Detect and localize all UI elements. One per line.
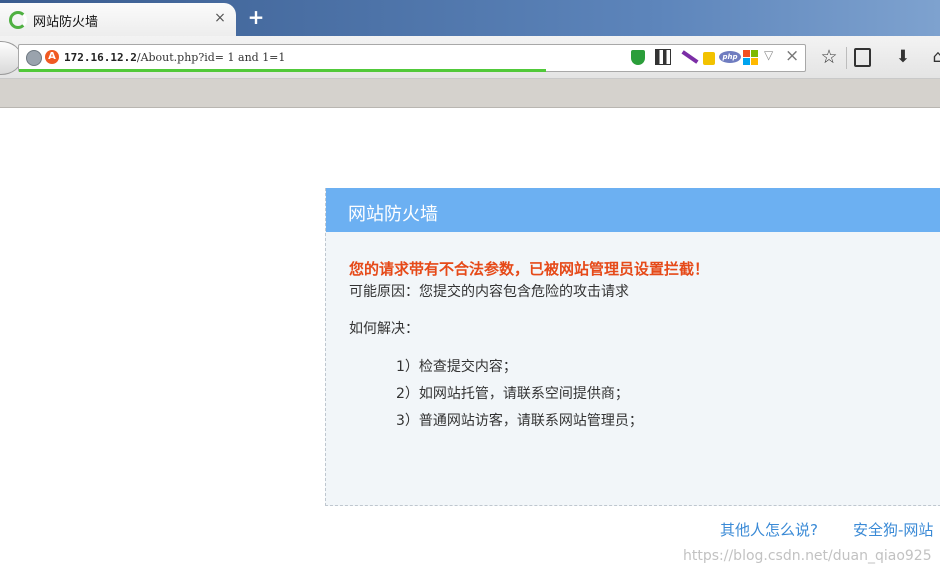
- navigation-bar: ➜ A 172.16.12.2/About.php?id= 1 and 1=1 …: [0, 36, 940, 79]
- home-icon[interactable]: ⌂: [928, 44, 940, 70]
- panel-title: 网站防火墙: [348, 204, 438, 225]
- step-item: 1）检查提交内容；: [396, 359, 517, 375]
- windows-logo-icon[interactable]: [743, 50, 758, 65]
- tab-strip: 网站防火墙 × +: [0, 0, 940, 36]
- tab-close-icon[interactable]: ×: [212, 9, 228, 27]
- url-text[interactable]: 172.16.12.2/About.php?id= 1 and 1=1: [64, 51, 285, 64]
- toolbar-divider: [846, 47, 847, 69]
- loading-spinner-icon: [9, 11, 27, 29]
- tab-title: 网站防火墙: [33, 15, 99, 30]
- globe-icon: [26, 50, 42, 66]
- step-item: 2）如网站托管，请联系空间提供商；: [396, 386, 629, 402]
- lock-icon[interactable]: [703, 52, 715, 65]
- watermark: https://blog.csdn.net/duan_qiao925: [683, 548, 932, 564]
- site-badge-icon: A: [45, 50, 59, 64]
- safedog-link[interactable]: 安全狗-网站: [853, 519, 933, 540]
- qr-code-icon[interactable]: [655, 49, 671, 65]
- browser-tab[interactable]: 网站防火墙 ×: [0, 3, 236, 36]
- url-bar[interactable]: A 172.16.12.2/About.php?id= 1 and 1=1 ph…: [18, 44, 806, 72]
- url-clear-icon[interactable]: ×: [785, 46, 799, 66]
- security-shield-icon[interactable]: [631, 50, 645, 65]
- firewall-panel: 网站防火墙 您的请求带有不合法参数，已被网站管理员设置拦截！ 可能原因：您提交的…: [325, 188, 940, 506]
- new-tab-button[interactable]: +: [246, 6, 266, 28]
- reading-list-icon[interactable]: [850, 44, 874, 70]
- feather-icon[interactable]: [681, 50, 699, 64]
- bookmark-star-icon[interactable]: ☆: [816, 44, 842, 70]
- block-alert: 您的请求带有不合法参数，已被网站管理员设置拦截！: [349, 260, 710, 278]
- block-reason: 可能原因：您提交的内容包含危险的攻击请求: [349, 284, 629, 300]
- howto-heading: 如何解决：: [349, 321, 419, 337]
- panel-header: 网站防火墙: [326, 188, 940, 232]
- step-item: 3）普通网站访客，请联系网站管理员；: [396, 413, 643, 429]
- solution-steps: 1）检查提交内容； 2）如网站托管，请联系空间提供商； 3）普通网站访客，请联系…: [396, 356, 643, 437]
- load-progress-bar: [19, 69, 546, 72]
- url-path: /About.php?id= 1 and 1=1: [136, 51, 286, 64]
- download-arrow-icon[interactable]: ⬇: [891, 44, 915, 70]
- others-say-link[interactable]: 其他人怎么说?: [720, 519, 818, 540]
- php-icon[interactable]: php: [719, 51, 741, 63]
- url-host: 172.16.12.2: [64, 51, 137, 64]
- url-dropdown-icon[interactable]: ▽: [764, 48, 773, 62]
- bookmarks-toolbar: [0, 79, 940, 108]
